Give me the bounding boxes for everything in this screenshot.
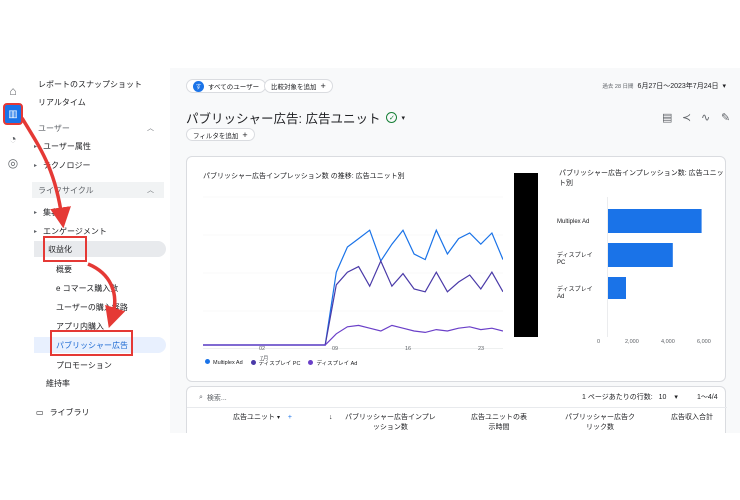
search-box[interactable]: ⌕ 検索...: [199, 393, 227, 403]
all-users-chip[interactable]: すすべてのユーザー: [186, 79, 267, 93]
bar-label: ディスプレイ PC: [557, 253, 593, 266]
x-tick: 09: [332, 346, 339, 352]
page-bottom-blank: [0, 433, 740, 500]
chart-card: パブリッシャー広告インプレッション数 の推移: 広告ユニット別 02 7月 09…: [186, 156, 726, 382]
search-icon: ⌕: [199, 394, 203, 401]
bar[interactable]: [608, 209, 702, 233]
avatar: す: [193, 80, 204, 92]
x-tick: 2,000: [625, 339, 639, 345]
page-title: パブリッシャー広告: 広告ユニット ✓ ▾: [186, 112, 405, 126]
comparison-bar: すすべてのユーザー 比較対象を追加 + 過去 28 日間 6月27日～2023年7月…: [170, 76, 740, 96]
x-tick: 6,000: [697, 339, 711, 345]
chevron-down-icon: ▾: [276, 415, 280, 421]
x-tick: 02: [259, 346, 266, 352]
redaction-block: [514, 173, 538, 337]
chevron-down-icon: ▾: [722, 83, 726, 90]
divider: [187, 407, 727, 408]
plus-icon: +: [242, 129, 248, 140]
bar[interactable]: [608, 277, 626, 299]
legend-dot: [308, 360, 314, 365]
plus-icon[interactable]: +: [288, 414, 292, 421]
analytics-window: ⌂ ▥ ◔ ◎ レポートのスナップショット リアルタイム ユーザー ︿ ▸ ユーザー…: [0, 68, 740, 433]
sidebar-item-retention[interactable]: 維持率: [46, 375, 178, 391]
x-tick: 0: [597, 339, 601, 345]
chevron-down-icon[interactable]: ▾: [401, 114, 405, 122]
x-tick: 16: [405, 346, 412, 352]
dimension-header[interactable]: 広告ユニット ▾ +: [233, 413, 292, 423]
sort-icon[interactable]: ↓: [329, 413, 333, 423]
edit-report-icon[interactable]: ▤: [662, 111, 672, 124]
chevron-down-icon: ▾: [674, 394, 678, 401]
arrow-icon: [87, 262, 126, 329]
x-tick: 4,000: [661, 339, 675, 345]
legend-dot: [250, 360, 256, 365]
share-icon[interactable]: ≺: [682, 111, 691, 124]
rows-per-page[interactable]: 1 ページあたりの行数: 10 ▾: [582, 392, 678, 402]
line-chart: [203, 196, 503, 349]
bar-chart-title: パブリッシャー広告インプレッション数: 広告ユニッ ト別: [559, 170, 724, 187]
column-header-clicks[interactable]: パブリッシャー広告ク リック数: [565, 413, 635, 433]
folder-icon: ▭: [36, 407, 44, 417]
check-circle-icon[interactable]: ✓: [386, 112, 398, 123]
series-line: [203, 259, 503, 346]
insights-icon[interactable]: ∿: [701, 111, 710, 124]
pagination: 1〜4/4: [697, 394, 718, 401]
add-comparison-button[interactable]: 比較対象を追加 +: [264, 79, 333, 93]
legend-item[interactable]: ディスプレイ PC: [250, 359, 300, 367]
legend-item[interactable]: Multiplex Ad: [205, 359, 243, 367]
sidebar-item-library[interactable]: ▭ ライブラリ: [36, 404, 168, 420]
bar-chart: [607, 197, 702, 337]
column-header-exposure-time[interactable]: 広告ユニットの表 示時間: [471, 413, 527, 433]
line-chart-title: パブリッシャー広告インプレッション数 の推移: 広告ユニット別: [203, 173, 405, 180]
column-header-impressions[interactable]: パブリッシャー広告インプレ ッション数: [345, 413, 436, 433]
legend-item[interactable]: ディスプレイ Ad: [308, 359, 357, 367]
plus-icon: +: [320, 81, 326, 91]
bar[interactable]: [608, 243, 673, 267]
report-main: すすべてのユーザー 比較対象を追加 + 過去 28 日間 6月27日～2023年7月…: [170, 68, 740, 433]
add-filter-button[interactable]: フィルタを追加 +: [186, 128, 255, 141]
chart-legend: Multiplex Ad ディスプレイ PC ディスプレイ Ad: [205, 359, 357, 367]
pencil-icon[interactable]: ✎: [721, 111, 730, 124]
column-header-revenue[interactable]: 広告収入合計: [671, 413, 713, 423]
legend-dot: [205, 359, 210, 364]
bar-label: ディスプレイ Ad: [557, 287, 593, 300]
arrow-icon: [20, 117, 71, 229]
series-line: [203, 324, 503, 346]
x-tick: 23: [478, 346, 485, 352]
bar-label: Multiplex Ad: [557, 219, 590, 225]
data-table: ⌕ 検索... 1 ページあたりの行数: 10 ▾ 1〜4/4 広告ユニット ▾ +…: [186, 386, 727, 433]
date-range-picker[interactable]: 過去 28 日間 6月27日～2023年7月24日 ▾: [602, 81, 726, 91]
